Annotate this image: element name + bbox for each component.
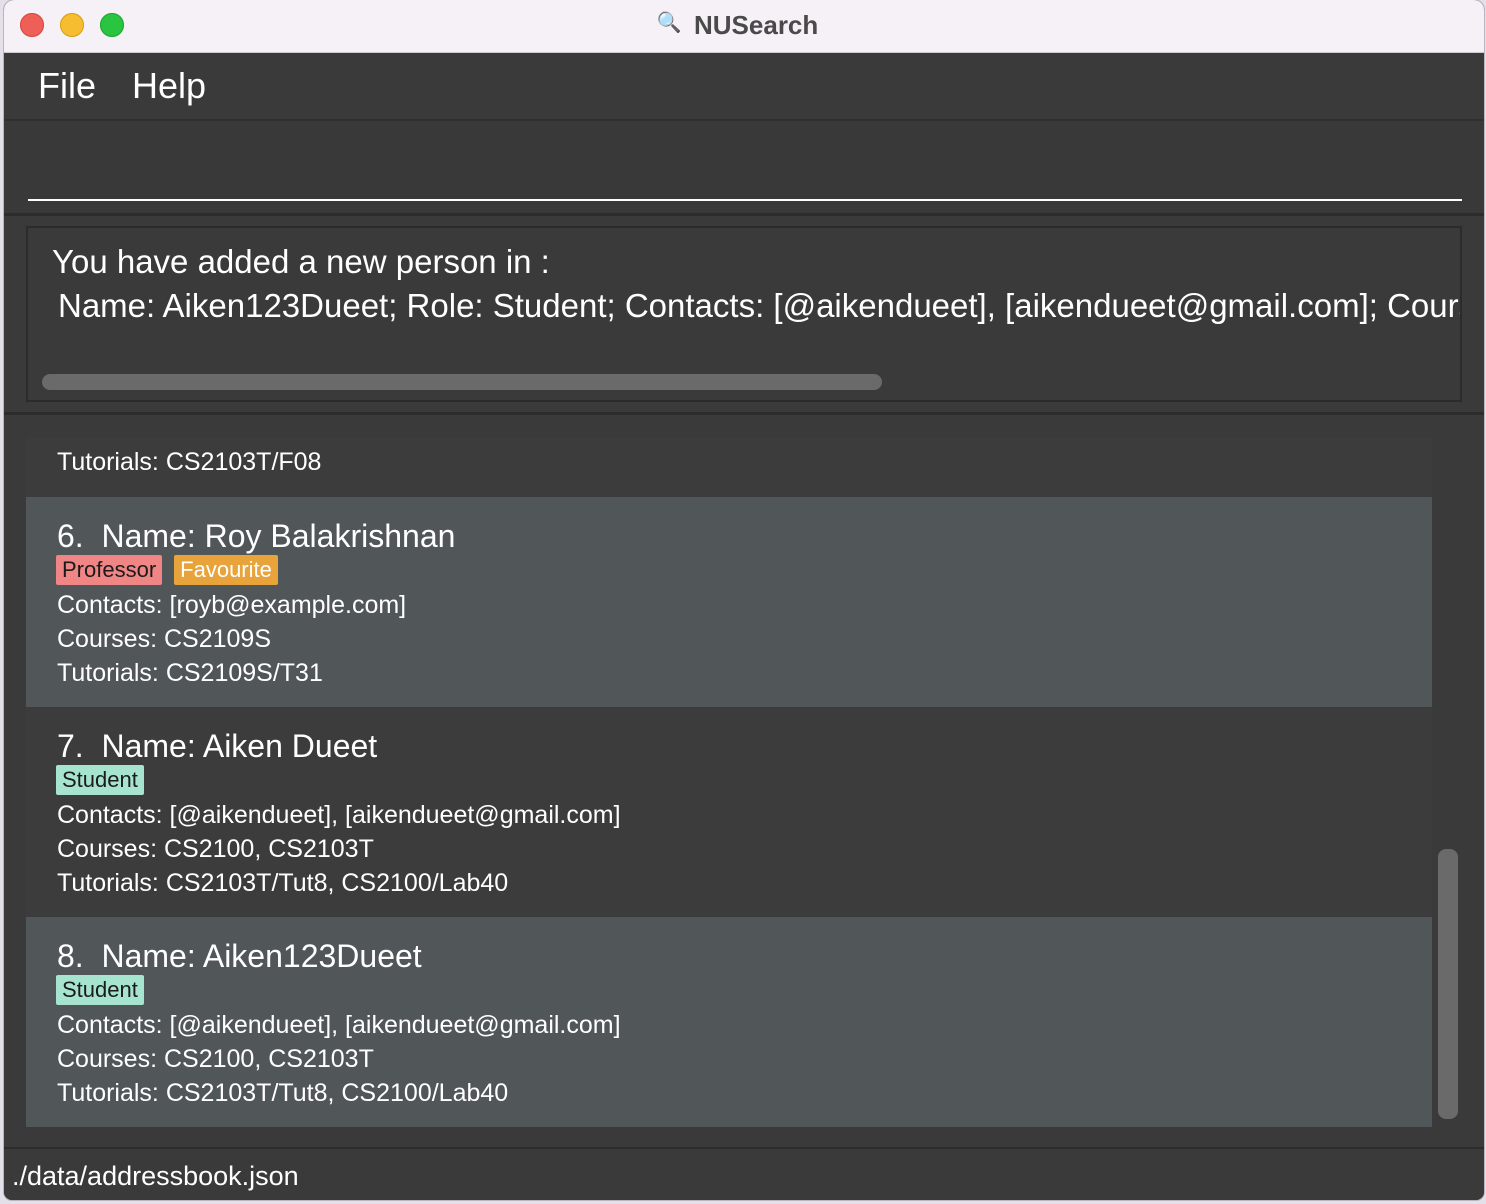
vertical-scrollbar[interactable]	[1436, 437, 1460, 1127]
favourite-tag: Favourite	[174, 555, 278, 585]
command-input[interactable]	[28, 131, 1462, 201]
card-tags: Student	[56, 975, 156, 1005]
person-card-partial[interactable]: Tutorials: CS2103T/F08	[26, 437, 1432, 497]
card-contacts: Contacts: [@aikendueet], [aikendueet@gma…	[57, 801, 621, 829]
status-bar: ./data/addressbook.json	[4, 1147, 1484, 1200]
card-tutorials: Tutorials: CS2103T/Tut8, CS2100/Lab40	[57, 1079, 509, 1107]
horizontal-scrollbar[interactable]	[42, 374, 882, 390]
card-courses: Courses: CS2109S	[57, 625, 272, 653]
maximize-window-button[interactable]	[100, 13, 124, 37]
card-tags: Professor Favourite	[56, 555, 290, 585]
role-tag: Professor	[56, 555, 163, 585]
person-list-panel: Tutorials: CS2103T/F08 6. Name: Roy Bala…	[4, 415, 1484, 1145]
card-tutorials: Tutorials: CS2109S/T31	[57, 659, 323, 687]
result-details-line: Name: Aiken123Dueet; Role: Student; Cont…	[58, 287, 1462, 324]
menu-bar: File Help	[4, 53, 1484, 121]
title-bar: 🔍 NUSearch	[4, 0, 1484, 53]
card-name: 7. Name: Aiken Dueet	[57, 727, 377, 765]
card-name: 6. Name: Roy Balakrishnan	[57, 517, 455, 555]
menu-help[interactable]: Help	[132, 65, 206, 107]
minimize-window-button[interactable]	[60, 13, 84, 37]
close-window-button[interactable]	[20, 13, 44, 37]
app-window: 🔍 NUSearch File Help You have added a ne…	[4, 0, 1484, 1200]
card-index: 7.	[57, 728, 84, 764]
card-courses: Courses: CS2100, CS2103T	[57, 1045, 374, 1073]
card-index: 8.	[57, 938, 84, 974]
card-name-text: Name: Roy Balakrishnan	[101, 518, 456, 554]
command-box-area	[4, 121, 1484, 216]
result-display[interactable]: You have added a new person in : Name: A…	[26, 226, 1462, 402]
card-index: 6.	[57, 518, 84, 554]
vertical-scrollbar-thumb[interactable]	[1438, 849, 1458, 1119]
menu-file[interactable]: File	[38, 65, 96, 107]
window-title: NUSearch	[694, 10, 819, 40]
person-card[interactable]: 6. Name: Roy Balakrishnan Professor Favou…	[26, 497, 1432, 707]
role-tag: Student	[56, 765, 144, 795]
card-name-text: Name: Aiken Dueet	[101, 728, 378, 764]
card-name-text: Name: Aiken123Dueet	[101, 938, 422, 974]
result-display-area: You have added a new person in : Name: A…	[4, 216, 1484, 415]
person-list[interactable]: Tutorials: CS2103T/F08 6. Name: Roy Bala…	[26, 437, 1432, 1127]
card-tags: Student	[56, 765, 156, 795]
card-courses: Courses: CS2100, CS2103T	[57, 835, 374, 863]
person-card[interactable]: 7. Name: Aiken Dueet Student Contacts: […	[26, 707, 1432, 917]
card-contacts: Contacts: [royb@example.com]	[57, 591, 407, 619]
card-contacts: Contacts: [@aikendueet], [aikendueet@gma…	[57, 1011, 621, 1039]
card-name: 8. Name: Aiken123Dueet	[57, 937, 422, 975]
card-tutorials: Tutorials: CS2103T/F08	[57, 448, 322, 476]
magnifier-icon: 🔍	[656, 12, 682, 34]
person-card[interactable]: 8. Name: Aiken123Dueet Student Contacts:…	[26, 917, 1432, 1127]
role-tag: Student	[56, 975, 144, 1005]
save-location-path: ./data/addressbook.json	[12, 1161, 299, 1191]
result-message-line: You have added a new person in :	[52, 243, 550, 280]
card-tutorials: Tutorials: CS2103T/Tut8, CS2100/Lab40	[57, 869, 509, 897]
